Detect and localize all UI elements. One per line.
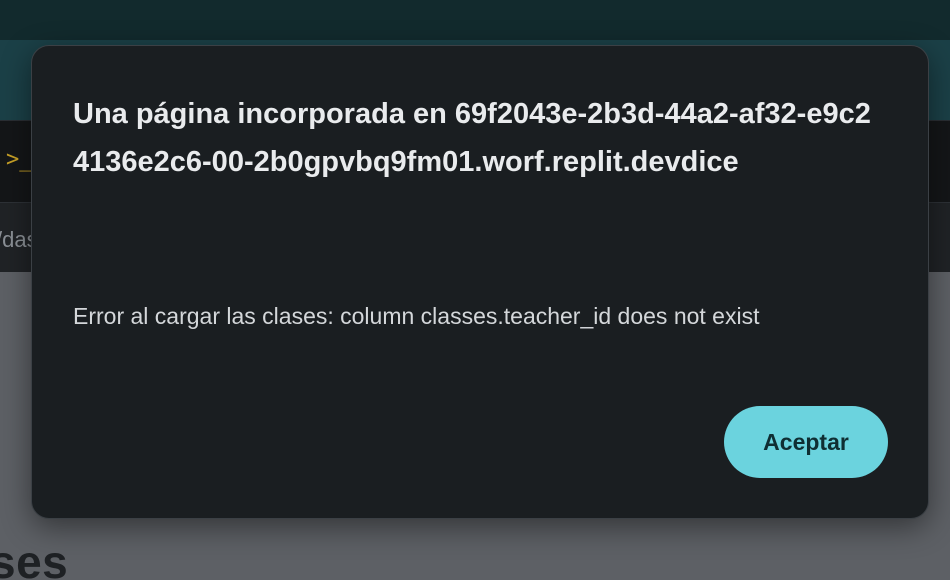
- dialog-title: Una página incorporada en 69f2043e-2b3d-…: [73, 98, 871, 178]
- page-heading: ses: [0, 536, 69, 580]
- alert-dialog: Una página incorporada en 69f2043e-2b3d-…: [31, 45, 929, 519]
- browser-top-bar: [0, 0, 950, 40]
- accept-button[interactable]: Aceptar: [724, 406, 888, 478]
- terminal-prompt-icon: >_: [6, 147, 33, 172]
- dialog-message: Error al cargar las clases: column class…: [73, 303, 760, 329]
